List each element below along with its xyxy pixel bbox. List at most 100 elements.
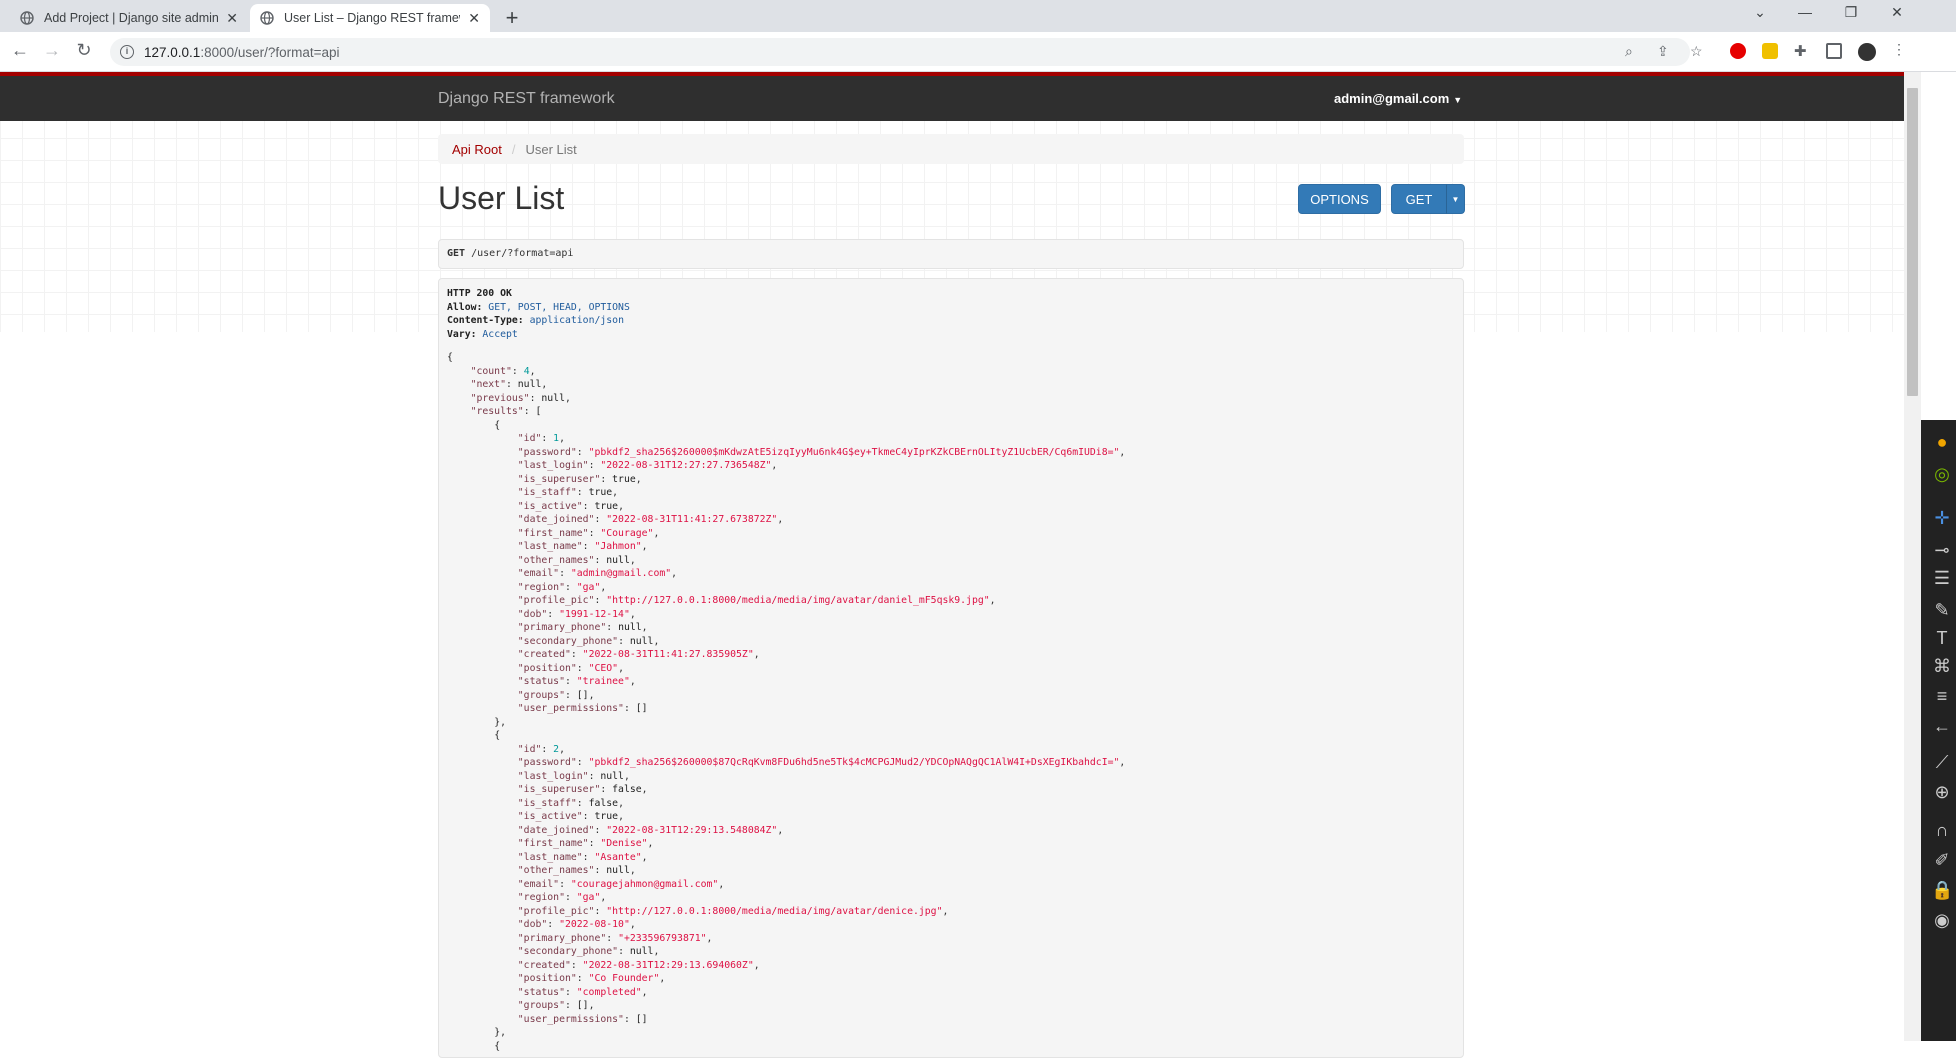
json-line: "groups": [], [517,689,595,701]
arrow-right-icon[interactable]: → [40,40,64,61]
json-line: "first_name": "Courage", [517,527,660,539]
json-line: { [494,1040,501,1052]
json-line: "is_staff": false, [517,797,624,809]
json-line: "position": "Co Founder", [517,973,666,984]
pattern-icon[interactable]: ⌘ [1931,656,1953,678]
breadcrumb-separator: / [511,141,516,157]
json-body: { "count": 4, "next": null, "previous": … [447,351,1455,1053]
json-line: "last_name": "Asante", [517,851,648,863]
json-line: "date_joined": "2022-08-31T12:29:13.5480… [517,824,784,836]
browser-toolbar: ← → ↻ i 127.0.0.1:8000/user/?format=api … [0,32,1956,72]
json-line: "previous": null, [470,392,571,404]
options-button[interactable]: OPTIONS [1298,184,1381,214]
arrow-left-icon[interactable]: ← [1931,716,1953,738]
star-icon[interactable]: ☆ [1690,43,1703,60]
json-line: }, [494,1027,506,1038]
zoom-icon[interactable]: ⊕ [1931,782,1953,804]
page-scrollbar[interactable] [1904,72,1921,1041]
tab-user-list[interactable]: User List – Django REST framewo ✕ [250,4,490,32]
page-viewport: Django REST framework admin@gmail.com ▼ A… [0,72,1904,1058]
json-line: "status": "completed", [517,986,648,998]
json-line: "groups": [], [517,1000,595,1011]
address-bar[interactable]: i 127.0.0.1:8000/user/?format=api [110,38,1690,66]
chevron-down-icon[interactable]: ⌄ [1745,4,1775,21]
globe-icon [260,11,274,25]
json-line: "secondary_phone": null, [517,635,660,647]
json-line: "is_superuser": true, [517,473,642,485]
avatar[interactable] [1858,43,1876,61]
info-icon[interactable]: i [120,45,134,59]
ruler-icon[interactable]: ⟋ [1931,752,1953,774]
layers-icon[interactable]: ≡ [1931,686,1953,708]
json-line: "password": "pbkdf2_sha256$260000$87QcRq… [517,757,1126,768]
lines-icon[interactable]: ☰ [1931,568,1953,590]
magnet-icon[interactable]: ∩ [1931,820,1953,842]
json-line: "user_permissions": [] [517,703,648,714]
json-line: "first_name": "Denise", [517,838,654,849]
json-line: "profile_pic": "http://127.0.0.1:8000/me… [517,595,996,606]
json-line: "is_superuser": false, [517,784,648,795]
json-line: "primary_phone": null, [517,622,648,633]
json-line: "dob": "1991-12-14", [517,608,636,620]
arrow-left-icon[interactable]: ← [8,40,32,61]
breadcrumb: Api Root / User List [438,134,1464,164]
user-dropdown[interactable]: admin@gmail.com ▼ [1334,91,1462,106]
new-tab-button[interactable]: + [500,5,524,31]
json-line: "id": 1, [517,433,565,444]
json-line: "region": "ga", [517,581,607,593]
lock-icon[interactable]: 🔒 [1931,880,1953,902]
edit-lock-icon[interactable]: ✐ [1931,850,1953,872]
json-line: "other_names": null, [517,865,636,876]
tab-title: Add Project | Django site admin [44,11,219,25]
tab-add-project[interactable]: Add Project | Django site admin ✕ [10,4,248,32]
pen-icon[interactable]: ✎ [1931,600,1953,622]
emoji-icon[interactable]: ● [1931,432,1953,454]
t-extension-icon[interactable] [1762,43,1778,59]
reload-icon[interactable]: ↻ [72,40,96,61]
response-status: HTTP 200 OK [447,288,512,299]
json-line: "user_permissions": [] [517,1013,648,1025]
json-line: "is_active": true, [517,811,624,822]
line-icon[interactable]: ⊸ [1931,540,1953,562]
header-vary-label: Vary: [447,328,477,340]
json-line: "last_name": "Jahmon", [517,541,648,552]
close-icon[interactable]: ✕ [468,10,480,27]
json-line: "primary_phone": "+233596793871", [517,932,713,944]
scrollbar-thumb[interactable] [1907,88,1918,396]
json-line: "is_active": true, [517,500,624,512]
puzzle-icon[interactable]: ✚ [1794,42,1810,60]
kebab-menu-icon[interactable]: ⋮ [1892,41,1908,57]
eye-icon[interactable]: ◉ [1931,910,1953,932]
json-line: "last_login": "2022-08-31T12:27:27.73654… [517,460,778,471]
json-line: "next": null, [470,379,548,390]
c-icon[interactable]: ◎ [1931,464,1953,486]
header-allow-label: Allow: [447,301,483,313]
json-line: "email": "couragejahmon@gmail.com", [517,878,725,890]
restore-button[interactable]: ❐ [1836,4,1866,21]
brand-link[interactable]: Django REST framework [438,90,615,108]
json-line: "count": 4, [470,365,536,377]
json-line: "region": "ga", [517,892,607,903]
get-button[interactable]: GET [1391,184,1447,214]
json-line: "is_staff": true, [517,487,619,498]
json-line: "position": "CEO", [517,662,624,674]
zoom-icon[interactable]: ⌕ [1625,43,1633,60]
json-line: { [447,352,453,363]
close-window-button[interactable]: ✕ [1882,4,1912,21]
json-line: { [494,419,501,431]
share-icon[interactable]: ⇪ [1657,43,1669,60]
opera-extension-icon[interactable] [1730,43,1746,59]
text-icon[interactable]: T [1931,628,1953,650]
breadcrumb-api-root[interactable]: Api Root [452,142,502,157]
minimize-button[interactable]: — [1790,4,1820,20]
sidebar-toggle-icon[interactable] [1826,43,1842,59]
json-line: "secondary_phone": null, [517,946,660,957]
page-title: User List [438,180,565,216]
tab-strip: Add Project | Django site admin ✕ User L… [0,0,1956,32]
json-line: "created": "2022-08-31T11:41:27.835905Z"… [517,649,760,660]
url-text: 127.0.0.1:8000/user/?format=api [144,44,340,60]
crosshair-icon[interactable]: ✛ [1931,508,1953,530]
get-format-dropdown[interactable]: ▼ [1446,184,1465,214]
close-icon[interactable]: ✕ [226,10,238,27]
caret-down-icon: ▼ [1453,95,1463,105]
